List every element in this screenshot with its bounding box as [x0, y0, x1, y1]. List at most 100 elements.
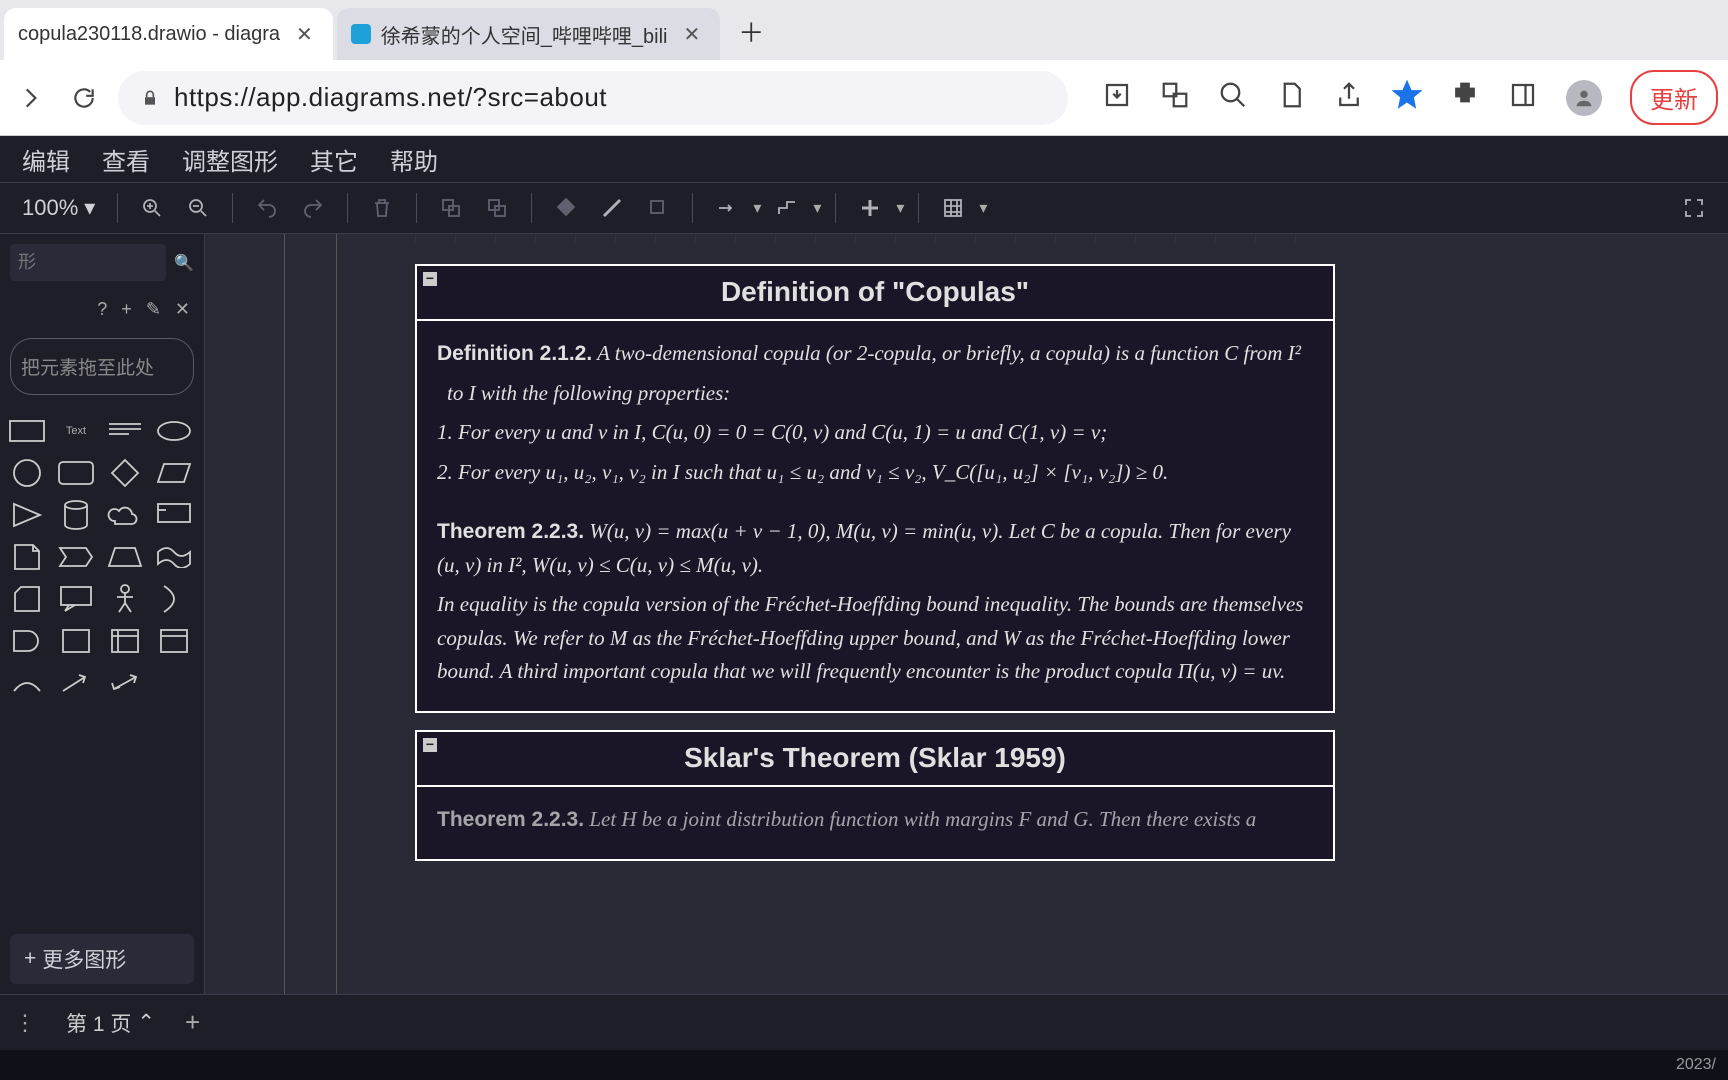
sidepanel-icon[interactable] [1508, 80, 1538, 115]
shape-internal[interactable] [104, 625, 146, 657]
menu-arrange[interactable]: 调整图形 [168, 138, 292, 181]
shape-bidir-arrow[interactable] [104, 667, 146, 699]
add-icon[interactable] [850, 188, 890, 228]
menu-help[interactable]: 帮助 [376, 138, 452, 181]
zoom-select[interactable]: 100% ▾ [14, 195, 103, 221]
shape-parallelogram[interactable] [153, 457, 195, 489]
bookmark-star-icon[interactable] [1392, 80, 1422, 115]
search-icon[interactable]: 🔍 [174, 253, 194, 273]
page-tab[interactable]: 第 1 页 ⌃ [54, 1002, 167, 1044]
table-icon[interactable] [933, 188, 973, 228]
diagram-container-sklar[interactable]: − Sklar's Theorem (Sklar 1959) Theorem 2… [415, 730, 1335, 861]
diagram-canvas[interactable]: − Definition of "Copulas" Definition 2.1… [205, 234, 1728, 994]
tab-title: copula230118.drawio - diagra [18, 23, 280, 46]
forward-button[interactable] [10, 78, 50, 118]
chevron-up-icon: ⌃ [137, 1010, 155, 1035]
page-tab-bar: ⋮ 第 1 页 ⌃ + [0, 994, 1728, 1050]
update-button[interactable]: 更新 [1630, 70, 1718, 125]
line-icon[interactable] [592, 188, 632, 228]
shape-arrow[interactable] [55, 667, 97, 699]
shape-cylinder[interactable] [55, 499, 97, 531]
address-bar: https://app.diagrams.net/?src=about 更新 [0, 60, 1728, 136]
shadow-icon[interactable] [638, 188, 678, 228]
shape-tape[interactable] [153, 541, 195, 573]
shape-rounded[interactable] [55, 457, 97, 489]
shape-circle[interactable] [6, 457, 48, 489]
share-icon[interactable] [1334, 80, 1364, 115]
page-tab-label: 第 1 页 [66, 1008, 131, 1038]
shape-and[interactable] [6, 625, 48, 657]
def-text: to I with the following properties: [447, 381, 730, 405]
scratchpad-dropzone[interactable]: 把元素拖至此处 [10, 338, 194, 395]
install-icon[interactable] [1102, 80, 1132, 115]
close-icon[interactable]: ✕ [290, 20, 319, 49]
zoom-value: 100% [22, 195, 78, 221]
menu-edit[interactable]: 编辑 [8, 138, 84, 181]
waypoint-icon[interactable] [767, 188, 807, 228]
shape-or[interactable] [153, 583, 195, 615]
extensions-icon[interactable] [1450, 80, 1480, 115]
shape-text[interactable]: Text [55, 415, 97, 447]
close-icon[interactable]: ✕ [678, 20, 707, 49]
more-shapes-button[interactable]: + 更多图形 [10, 934, 194, 984]
container-title: Definition of "Copulas" [721, 276, 1029, 307]
container-body[interactable]: Definition 2.1.2. A two-demensional copu… [417, 321, 1333, 711]
more-shapes-label: 更多图形 [42, 944, 126, 974]
shape-triangle[interactable] [6, 499, 48, 531]
container-header[interactable]: − Definition of "Copulas" [417, 266, 1333, 321]
collapse-icon[interactable]: − [423, 272, 437, 286]
container-body[interactable]: Theorem 2.2.3. Let H be a joint distribu… [417, 787, 1333, 859]
to-back-icon[interactable] [477, 188, 517, 228]
help-icon[interactable]: ? [97, 299, 107, 320]
window-controls [1588, 27, 1728, 60]
shape-rect[interactable] [6, 415, 48, 447]
shapes-sidebar: 🔍 ? + ✎ ✕ 把元素拖至此处 Text [0, 234, 205, 994]
document-icon[interactable] [1276, 80, 1306, 115]
collapse-icon[interactable]: − [423, 738, 437, 752]
close-icon[interactable]: ✕ [175, 299, 190, 320]
delete-icon[interactable] [362, 188, 402, 228]
connection-icon[interactable] [707, 188, 747, 228]
fill-icon[interactable] [546, 188, 586, 228]
redo-icon[interactable] [293, 188, 333, 228]
zoom-in-icon[interactable] [132, 188, 172, 228]
translate-icon[interactable] [1160, 80, 1190, 115]
container-header[interactable]: − Sklar's Theorem (Sklar 1959) [417, 732, 1333, 787]
pencil-icon[interactable]: ✎ [146, 299, 161, 320]
plus-icon[interactable]: + [121, 299, 132, 320]
menu-view[interactable]: 查看 [88, 138, 164, 181]
browser-tab-active[interactable]: copula230118.drawio - diagra ✕ [4, 8, 333, 60]
shape-heading[interactable] [104, 415, 146, 447]
shape-ellipse[interactable] [153, 415, 195, 447]
shape-datastore[interactable] [55, 625, 97, 657]
page-menu-icon[interactable]: ⋮ [14, 1010, 36, 1036]
shape-note[interactable] [6, 541, 48, 573]
browser-tab-strip: copula230118.drawio - diagra ✕ 徐希蒙的个人空间_… [0, 0, 1728, 60]
reload-button[interactable] [64, 78, 104, 118]
fullscreen-icon[interactable] [1674, 188, 1714, 228]
status-date: 2023/ [1676, 1056, 1716, 1074]
shape-diamond[interactable] [104, 457, 146, 489]
shape-cloud[interactable] [104, 499, 146, 531]
shape-callout[interactable] [55, 583, 97, 615]
zoom-icon[interactable] [1218, 80, 1248, 115]
diagram-container-copulas[interactable]: − Definition of "Copulas" Definition 2.1… [415, 264, 1335, 713]
shape-step[interactable] [55, 541, 97, 573]
shape-actor[interactable] [104, 583, 146, 615]
shape-curve[interactable] [6, 667, 48, 699]
shapes-palette: Text [0, 405, 204, 924]
menu-extras[interactable]: 其它 [296, 138, 372, 181]
browser-tab-inactive[interactable]: 徐希蒙的个人空间_哔哩哔哩_bili ✕ [337, 8, 720, 60]
to-front-icon[interactable] [431, 188, 471, 228]
shape-card[interactable] [6, 583, 48, 615]
shape-search-input[interactable] [10, 244, 166, 281]
new-tab-button[interactable]: ＋ [720, 3, 782, 60]
add-page-button[interactable]: + [185, 1007, 200, 1038]
undo-icon[interactable] [247, 188, 287, 228]
zoom-out-icon[interactable] [178, 188, 218, 228]
shape-trapezoid[interactable] [104, 541, 146, 573]
shape-callout-rect[interactable] [153, 499, 195, 531]
profile-avatar[interactable] [1566, 80, 1602, 116]
url-input[interactable]: https://app.diagrams.net/?src=about [118, 71, 1068, 125]
shape-container[interactable] [153, 625, 195, 657]
